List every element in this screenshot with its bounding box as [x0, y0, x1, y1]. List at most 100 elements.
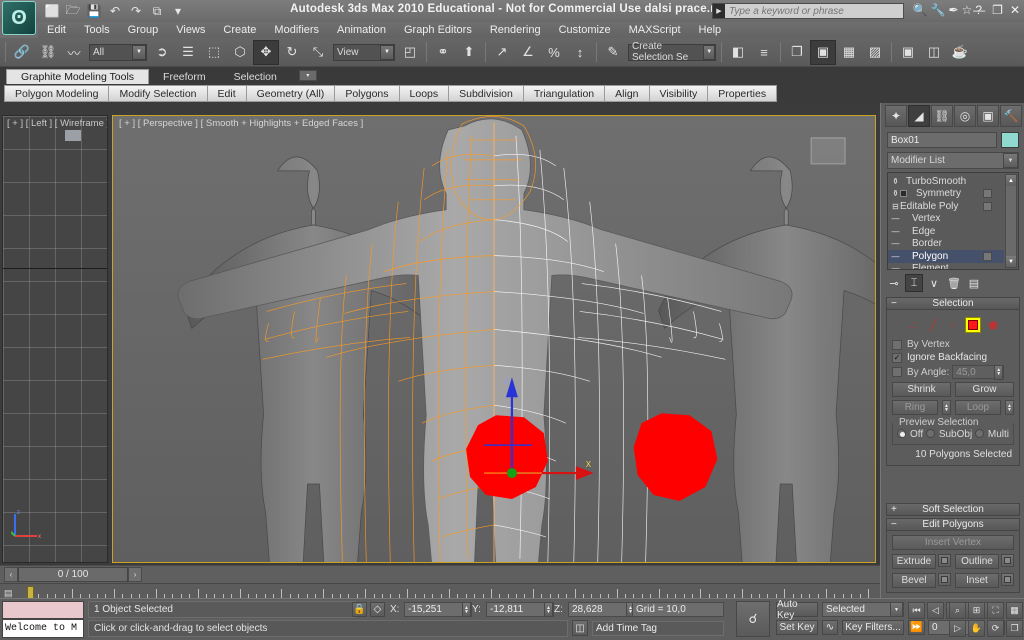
ignore-backfacing-checkbox[interactable]: ✓: [892, 352, 902, 363]
show-end-result-icon[interactable]: ⌶: [905, 274, 923, 292]
modify-tab[interactable]: ◢: [908, 105, 930, 127]
modifier-list-dropdown[interactable]: Modifier List ▼: [887, 152, 1019, 169]
zoom-extents-icon[interactable]: ⛶: [987, 602, 1004, 619]
search-box[interactable]: ▶: [712, 3, 904, 19]
collapse-icon[interactable]: −: [891, 298, 897, 309]
scroll-up-arrow-icon[interactable]: ▲: [1006, 175, 1016, 186]
vertex-level-button[interactable]: ∴: [905, 317, 921, 333]
outline-settings-button[interactable]: [1001, 554, 1014, 567]
configure-modifier-sets-icon[interactable]: ▤: [965, 274, 983, 292]
orbit-icon[interactable]: ⟳: [987, 620, 1004, 637]
loop-button[interactable]: Loop: [955, 400, 1001, 415]
ribbon-panel-polygons[interactable]: Polygons: [335, 85, 400, 102]
inset-settings-button[interactable]: [1001, 573, 1014, 586]
select-object-icon[interactable]: ➲: [149, 40, 175, 65]
selection-rollout-header[interactable]: − Selection: [886, 297, 1020, 310]
coord-spinner[interactable]: ▲ ▼: [462, 602, 471, 617]
select-and-move-icon[interactable]: ✥: [253, 39, 279, 65]
minimize-button[interactable]: —: [973, 3, 985, 17]
menu-item-tools[interactable]: Tools: [75, 24, 119, 36]
ribbon-tab-selection[interactable]: Selection: [220, 69, 291, 84]
unlink-selection-icon[interactable]: ⛓: [35, 40, 61, 65]
previous-frame-button[interactable]: ◁: [927, 602, 944, 619]
element-level-button[interactable]: ⬟: [985, 317, 1001, 333]
coord-field-y[interactable]: -12,811 ▲ ▼: [486, 602, 554, 617]
shrink-button[interactable]: Shrink: [892, 382, 951, 397]
rendered-frame-window-icon[interactable]: ◫: [921, 40, 947, 65]
binoculars-icon[interactable]: 🔍: [913, 3, 928, 17]
autodesk-max-logo[interactable]: ʘ: [2, 1, 36, 35]
select-and-scale-icon[interactable]: ⤡: [305, 40, 331, 65]
use-pivot-point-center-icon[interactable]: ◰: [397, 40, 423, 65]
utilities-tab[interactable]: 🔨: [1000, 105, 1022, 127]
ribbon-panel-polygon-modeling[interactable]: Polygon Modeling: [4, 85, 110, 102]
signature-icon[interactable]: ✒: [948, 3, 958, 17]
menu-item-rendering[interactable]: Rendering: [481, 24, 550, 36]
outline-button[interactable]: Outline: [955, 554, 999, 569]
by-angle-field[interactable]: 45,0 ▲ ▼: [952, 364, 1005, 380]
search-dropdown-icon[interactable]: ▶: [713, 7, 725, 15]
view-cube-icon[interactable]: [810, 137, 846, 165]
menu-item-edit[interactable]: Edit: [38, 24, 75, 36]
menu-item-create[interactable]: Create: [214, 24, 265, 36]
preview-option-subobj[interactable]: SubObj: [925, 428, 972, 440]
ribbon-panel-align[interactable]: Align: [605, 85, 650, 102]
bind-space-warp-icon[interactable]: 〰: [61, 40, 87, 65]
object-color-swatch[interactable]: [1001, 132, 1019, 148]
zoom-extents-all-icon[interactable]: ▦: [1006, 602, 1023, 619]
ribbon-panel-geometry-all-[interactable]: Geometry (All): [246, 85, 336, 102]
favorites-star-icon[interactable]: ☆: [962, 3, 973, 17]
next-frame-button[interactable]: ›: [128, 567, 142, 582]
preview-option-off[interactable]: Off: [897, 428, 923, 440]
select-and-manipulate-icon[interactable]: ⚭: [430, 40, 456, 65]
expand-icon[interactable]: +: [891, 504, 897, 515]
qat-dropdown-icon[interactable]: ▾: [168, 2, 188, 20]
display-tab[interactable]: ▣: [977, 105, 999, 127]
edit-polygons-rollout-header[interactable]: − Edit Polygons: [886, 518, 1020, 531]
by-vertex-row[interactable]: By Vertex: [892, 339, 1014, 350]
viewport-left-label[interactable]: [ + ] [ Left ] [ Wireframe ]: [7, 118, 107, 129]
angle-snap-icon[interactable]: ∠: [515, 40, 541, 65]
expand-icon[interactable]: [900, 190, 907, 198]
layer-manager-icon[interactable]: ❐: [784, 40, 810, 65]
preview-option-multi[interactable]: Multi: [974, 428, 1009, 440]
menu-item-modifiers[interactable]: Modifiers: [265, 24, 328, 36]
chevron-down-icon[interactable]: ▼: [380, 44, 394, 60]
soft-selection-rollout-header[interactable]: + Soft Selection: [886, 503, 1020, 516]
by-angle-checkbox[interactable]: [892, 367, 902, 377]
remove-modifier-icon[interactable]: 🗑: [945, 274, 963, 292]
modifier-stack-item[interactable]: — Element: [888, 263, 1004, 269]
select-and-rotate-icon[interactable]: ↻: [279, 40, 305, 65]
make-unique-icon[interactable]: ∨: [925, 274, 943, 292]
modifier-stack-item[interactable]: ⚱ Symmetry: [888, 188, 1004, 201]
window-crossing-icon[interactable]: ⬡: [227, 40, 253, 65]
ribbon-panel-modify-selection[interactable]: Modify Selection: [109, 85, 208, 102]
previous-frame-button[interactable]: ‹: [4, 567, 18, 582]
current-frame-field[interactable]: 0 / 100: [18, 567, 128, 582]
ribbon-panel-subdivision[interactable]: Subdivision: [449, 85, 524, 102]
bevel-settings-button[interactable]: [938, 573, 951, 586]
modifier-stack[interactable]: ⚱ TurboSmooth ⚱ Symmetry ⊟ Editable Poly — Vert…: [887, 172, 1019, 270]
ribbon-panel-properties[interactable]: Properties: [708, 85, 778, 102]
maxscript-mini-listener[interactable]: Welcome to M: [2, 619, 84, 638]
lock-selection-icon[interactable]: 🔒: [352, 602, 367, 617]
chevron-down-icon[interactable]: ▼: [132, 44, 146, 60]
ribbon-panel-loops[interactable]: Loops: [399, 85, 450, 102]
border-level-button[interactable]: ◌: [945, 317, 961, 333]
snaps-toggle-icon[interactable]: ↗: [489, 40, 515, 65]
radio-icon[interactable]: [925, 429, 935, 438]
viewport-perspective-label[interactable]: [ + ] [ Perspective ] [ Smooth + Highlig…: [119, 118, 363, 129]
ribbon-minimize-icon[interactable]: ▾: [298, 70, 317, 81]
extrude-settings-button[interactable]: [938, 554, 951, 567]
ring-spinner[interactable]: ▲ ▼: [942, 400, 951, 415]
light-bulb-icon[interactable]: ⚱: [891, 189, 900, 198]
material-editor-icon[interactable]: ▨: [862, 40, 888, 65]
add-time-tag-label[interactable]: Add Time Tag: [592, 621, 724, 636]
modifier-toggle-checkbox[interactable]: [983, 189, 992, 199]
radio-icon[interactable]: [897, 429, 906, 438]
go-to-frame-icon[interactable]: ⏩: [908, 620, 925, 635]
zoom-icon[interactable]: ⌕: [949, 602, 966, 619]
pan-view-icon[interactable]: ✋: [968, 620, 985, 637]
redo-icon[interactable]: ↷: [126, 2, 146, 20]
modifier-toggle-checkbox[interactable]: [983, 251, 992, 261]
